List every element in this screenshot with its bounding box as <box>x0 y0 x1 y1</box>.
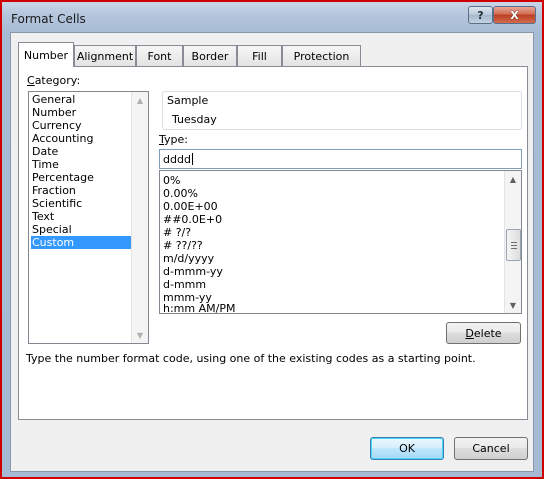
category-label-rest: ategory: <box>34 74 81 87</box>
delete-label-rest: elete <box>473 326 502 340</box>
help-button[interactable]: ? <box>468 6 493 24</box>
category-item-special[interactable]: Special <box>31 223 132 236</box>
description-text: Type the number format code, using one o… <box>26 352 476 365</box>
text-caret <box>191 153 193 165</box>
tab-font[interactable]: Font <box>136 45 183 66</box>
category-item-text[interactable]: Text <box>31 210 132 223</box>
format-item[interactable]: d-mmm <box>163 278 206 291</box>
category-item-general[interactable]: General <box>31 93 132 106</box>
category-scrollbar[interactable]: ▲ ▼ <box>131 92 148 343</box>
format-item[interactable]: 0.00% <box>163 187 198 200</box>
category-item-number[interactable]: Number <box>31 106 132 119</box>
category-item-custom[interactable]: Custom <box>31 236 132 249</box>
title-bar[interactable]: Format Cells ? X <box>2 2 542 36</box>
scroll-up-arrow-icon[interactable]: ▲ <box>132 92 148 108</box>
format-scrollbar[interactable]: ▲ ▼ <box>504 171 521 313</box>
format-item[interactable]: m/d/yyyy <box>163 252 214 265</box>
format-item[interactable]: d-mmm-yy <box>163 265 223 278</box>
format-item[interactable]: 0.00E+00 <box>163 200 218 213</box>
category-item-percentage[interactable]: Percentage <box>31 171 132 184</box>
format-item[interactable]: # ??/?? <box>163 239 203 252</box>
format-item[interactable]: ##0.0E+0 <box>163 213 222 226</box>
category-item-time[interactable]: Time <box>31 158 132 171</box>
category-item-fraction[interactable]: Fraction <box>31 184 132 197</box>
category-item-accounting[interactable]: Accounting <box>31 132 132 145</box>
close-button[interactable]: X <box>493 6 536 24</box>
tab-alignment[interactable]: Alignment <box>74 45 136 66</box>
type-label: Type: <box>159 133 188 146</box>
format-item[interactable]: 0% <box>163 174 180 187</box>
format-item[interactable]: # ?/? <box>163 226 191 239</box>
cancel-button[interactable]: Cancel <box>454 437 528 460</box>
category-item-currency[interactable]: Currency <box>31 119 132 132</box>
format-cells-dialog: Format Cells ? X Number Alignment Font B… <box>0 0 544 479</box>
window-title: Format Cells <box>11 12 86 26</box>
type-label-rest: ype: <box>164 133 188 146</box>
scroll-down-arrow-icon[interactable]: ▼ <box>132 327 148 343</box>
scroll-up-arrow-icon[interactable]: ▲ <box>505 171 521 187</box>
tab-fill[interactable]: Fill <box>237 45 282 66</box>
category-item-scientific[interactable]: Scientific <box>31 197 132 210</box>
category-label: Category: <box>27 74 81 87</box>
ok-button[interactable]: OK <box>370 437 444 460</box>
delete-button[interactable]: Delete <box>446 322 521 344</box>
tab-border[interactable]: Border <box>183 45 237 66</box>
type-input[interactable]: dddd <box>159 149 522 169</box>
sample-label: Sample <box>167 94 209 107</box>
format-item[interactable]: h:mm AM/PM <box>163 302 235 315</box>
dialog-body: Number Alignment Font Border Fill Protec… <box>10 32 534 472</box>
tab-number[interactable]: Number <box>18 42 74 67</box>
category-list[interactable]: General Number Currency Accounting Date … <box>28 91 149 344</box>
sample-value: Tuesday <box>172 113 217 126</box>
grip-icon <box>510 244 517 246</box>
scroll-thumb[interactable] <box>506 229 521 261</box>
tab-protection[interactable]: Protection <box>282 45 361 66</box>
format-code-list[interactable]: 0% 0.00% 0.00E+00 ##0.0E+0 # ?/? # ??/??… <box>159 170 522 315</box>
category-item-date[interactable]: Date <box>31 145 132 158</box>
number-tab-panel: Category: General Number Currency Accoun… <box>18 66 528 420</box>
scroll-down-arrow-icon[interactable]: ▼ <box>505 297 521 313</box>
type-input-value: dddd <box>163 153 191 166</box>
sample-group: Sample Tuesday <box>162 91 522 130</box>
